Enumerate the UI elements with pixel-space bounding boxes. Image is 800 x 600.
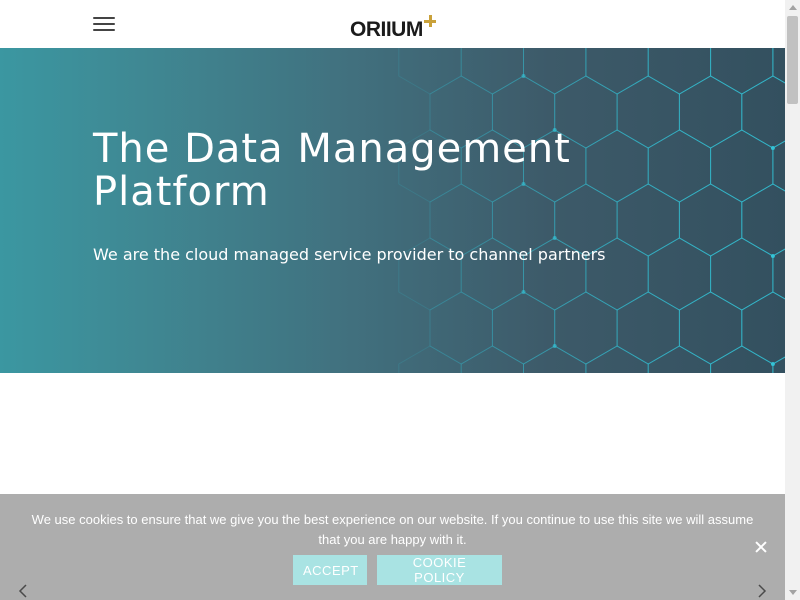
site-header: ORIIUM <box>0 0 785 48</box>
hexagon-shape <box>523 345 587 373</box>
hexagon-shape <box>647 237 712 311</box>
hero-banner: The Data Management Platform We are the … <box>0 48 785 373</box>
hexagon-shape <box>523 48 587 95</box>
hexagon-shape <box>772 356 785 373</box>
hexagon-shape <box>678 291 743 365</box>
close-icon[interactable] <box>753 539 769 555</box>
scroll-up-arrow-icon[interactable] <box>785 0 800 15</box>
hexagon-shape <box>491 291 556 365</box>
hexagon-shape <box>710 237 774 311</box>
hexagon-shape <box>460 345 524 373</box>
hamburger-menu-icon[interactable] <box>93 16 115 32</box>
hexagon-shape <box>554 291 618 365</box>
chevron-left-icon[interactable] <box>17 584 29 598</box>
hero-title: The Data Management Platform <box>93 126 571 215</box>
hexagon-shape <box>741 75 785 149</box>
hexagon-shape <box>398 48 462 95</box>
hexagon-shape <box>585 345 649 373</box>
hexagon-shape <box>460 48 524 95</box>
chevron-right-icon[interactable] <box>756 584 768 598</box>
cookie-policy-button[interactable]: COOKIE POLICY <box>377 555 502 585</box>
hexagon-shape <box>647 345 712 373</box>
hexagon-shape <box>741 183 785 257</box>
scroll-down-arrow-icon[interactable] <box>785 585 800 600</box>
hero-subtitle: We are the cloud managed service provide… <box>93 245 606 264</box>
hexagon-shape <box>647 48 712 95</box>
vertical-scrollbar[interactable] <box>785 0 800 600</box>
hexagon-shape <box>429 291 493 365</box>
hexagon-shape <box>741 291 785 365</box>
scrollbar-thumb[interactable] <box>787 16 798 104</box>
hexagon-shape <box>710 129 774 203</box>
logo-text: ORIIUM <box>350 18 423 41</box>
hexagon-shape <box>585 48 649 95</box>
cookie-notice-bar: We use cookies to ensure that we give yo… <box>0 494 785 600</box>
page: ORIIUM The Data Management Platform We a… <box>0 0 785 600</box>
accept-cookies-button[interactable]: ACCEPT <box>293 555 367 585</box>
hexagon-shape <box>710 48 774 95</box>
logo-plus-icon <box>423 15 436 27</box>
hexagon-shape <box>772 140 785 192</box>
hexagon-shape <box>398 345 462 373</box>
cookie-notice-text: We use cookies to ensure that we give yo… <box>31 512 754 547</box>
hexagon-shape <box>772 48 785 84</box>
hexagon-shape <box>710 345 774 373</box>
hexagon-shape <box>772 248 785 300</box>
hexagon-shape <box>616 291 680 365</box>
site-logo[interactable]: ORIIUM <box>350 10 436 40</box>
